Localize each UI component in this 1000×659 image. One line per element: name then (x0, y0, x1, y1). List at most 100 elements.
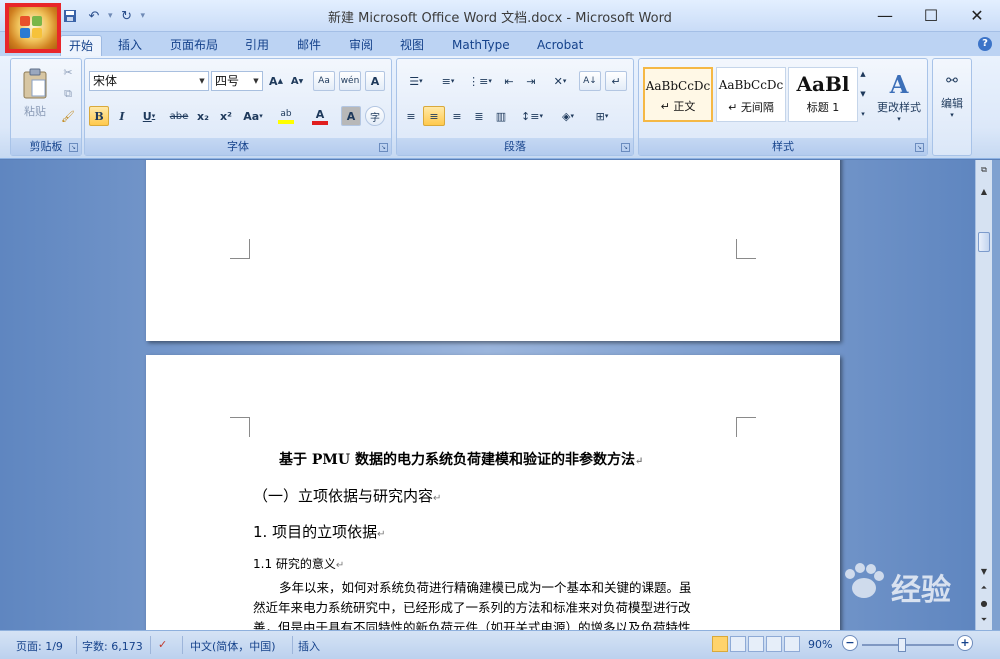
phonetic-guide-icon[interactable]: wén (339, 71, 361, 91)
enclose-char-button[interactable]: 字 (365, 106, 385, 126)
align-center-icon[interactable]: ≡ (423, 106, 445, 126)
cut-icon[interactable]: ✂ (59, 63, 77, 81)
office-button[interactable] (5, 3, 61, 53)
underline-label: U (142, 109, 152, 123)
line-spacing-icon[interactable]: ↕≡ ▾ (517, 106, 547, 126)
paste-button[interactable]: 粘贴 (15, 63, 55, 123)
scroll-thumb[interactable] (978, 232, 990, 252)
distribute-icon[interactable]: ▥ (491, 106, 511, 126)
page-count[interactable]: 页面: 1/9 (16, 638, 63, 654)
svg-text:经验: 经验 (891, 573, 951, 607)
style-heading-1[interactable]: AaBl 标题 1 (788, 67, 858, 122)
clear-format-icon[interactable]: Aa (313, 71, 335, 91)
styles-scroll-up-icon[interactable]: ▲ (857, 65, 869, 83)
shrink-font-icon[interactable]: A ▼ (288, 71, 306, 91)
style-heading-1-sample: AaBl (796, 72, 850, 96)
scroll-up-icon[interactable]: ▲ (976, 184, 992, 200)
chevron-down-icon: ▼ (253, 77, 259, 85)
highlight-color-bar (278, 119, 294, 124)
format-painter-icon[interactable]: 🖌 (59, 107, 77, 125)
divider (292, 636, 293, 654)
strikethrough-button[interactable]: abe (167, 106, 191, 126)
italic-button[interactable]: I (112, 106, 132, 126)
language-indicator[interactable]: 中文(简体，中国) (190, 638, 276, 654)
bullets-icon[interactable]: ☰ ▾ (401, 71, 431, 91)
char-shading-button[interactable]: A (341, 106, 361, 126)
zoom-level[interactable]: 90% (808, 638, 832, 651)
print-layout-icon[interactable] (712, 636, 728, 652)
draft-icon[interactable] (784, 636, 800, 652)
change-case-button[interactable]: Aa ▾ (239, 106, 267, 126)
underline-button[interactable]: U ▾ (135, 106, 163, 126)
style-no-spacing[interactable]: AaBbCcDc ↵ 无间隔 (716, 67, 786, 122)
subscript-button[interactable]: x₂ (193, 106, 213, 126)
style-normal-name: ↵ 正文 (660, 100, 696, 113)
section-heading[interactable]: （一）立项依据与研究内容↵ (253, 485, 441, 506)
minimize-button[interactable]: — (862, 0, 908, 30)
superscript-button[interactable]: x² (216, 106, 236, 126)
font-color-button[interactable]: A (305, 106, 335, 126)
align-left-icon[interactable]: ≡ (401, 106, 421, 126)
document-title[interactable]: 基于 PMU 数据的电力系统负荷建模和验证的非参数方法↵ (279, 449, 643, 469)
shading-icon[interactable]: ◈ ▾ (553, 106, 583, 126)
paragraph-launcher-icon[interactable]: ↘ (621, 143, 630, 152)
insert-mode[interactable]: 插入 (298, 638, 320, 654)
justify-icon[interactable]: ≣ (469, 106, 489, 126)
tab-mathtype[interactable]: MathType (452, 35, 510, 56)
full-screen-reading-icon[interactable] (730, 636, 746, 652)
editing-button[interactable]: ⚯ 编辑 ▾ (935, 63, 969, 129)
proofing-icon[interactable]: ✓ (158, 638, 167, 651)
char-border-icon[interactable]: A (365, 71, 385, 91)
zoom-slider-thumb[interactable] (898, 638, 906, 652)
tab-acrobat[interactable]: Acrobat (537, 35, 583, 56)
outline-icon[interactable] (766, 636, 782, 652)
align-right-icon[interactable]: ≡ (447, 106, 467, 126)
zoom-slider-track[interactable] (862, 644, 954, 646)
clipboard-launcher-icon[interactable]: ↘ (69, 143, 78, 152)
change-styles-button[interactable]: A 更改样式 ▾ (873, 63, 925, 129)
word-count[interactable]: 字数: 6,173 (82, 638, 143, 654)
style-heading-1-name: 标题 1 (806, 101, 840, 114)
heading-1[interactable]: 1. 项目的立项依据↵ (253, 521, 385, 542)
font-color-bar (312, 120, 328, 125)
font-size-combo[interactable]: 四号 ▼ (211, 71, 263, 91)
chinese-layout-icon[interactable]: ✕ ▾ (545, 71, 575, 91)
body-line[interactable]: 善，但是由于具有不同特性的新负荷元件（如开关式电源）的增多以及负荷特性 (253, 617, 691, 630)
tab-mailings[interactable]: 邮件 (297, 35, 321, 56)
bold-button[interactable]: B (89, 106, 109, 126)
heading-1-1[interactable]: 1.1 研究的意义↵ (253, 555, 344, 572)
body-line[interactable]: 多年以来，如何对系统负荷进行精确建模已成为一个基本和关键的课题。虽 (279, 577, 692, 596)
help-icon[interactable]: ? (978, 37, 992, 51)
tab-view[interactable]: 视图 (400, 35, 424, 56)
tab-page-layout[interactable]: 页面布局 (170, 35, 218, 56)
numbering-icon[interactable]: ≡ ▾ (433, 71, 463, 91)
tab-references[interactable]: 引用 (245, 35, 269, 56)
styles-launcher-icon[interactable]: ↘ (915, 143, 924, 152)
show-marks-icon[interactable]: ↵ (605, 71, 627, 91)
font-name-combo[interactable]: 宋体 ▼ (89, 71, 209, 91)
paragraph-group: ☰ ▾ ≡ ▾ ⋮≡ ▾ ⇤ ⇥ ✕ ▾ A↓ ↵ ≡ ≡ ≡ ≣ ▥ ↕≡ ▾ ◈ ▾ ⊞… (396, 58, 634, 156)
ruler-toggle-icon[interactable]: ⧉ (976, 162, 992, 178)
styles-more-icon[interactable]: ▾ (857, 105, 869, 123)
page-2: 基于 PMU 数据的电力系统负荷建模和验证的非参数方法↵ （一）立项依据与研究内… (146, 355, 840, 630)
styles-scroll-down-icon[interactable]: ▼ (857, 85, 869, 103)
sort-icon[interactable]: A↓ (579, 71, 601, 91)
multilevel-list-icon[interactable]: ⋮≡ ▾ (465, 71, 495, 91)
tab-insert[interactable]: 插入 (118, 35, 142, 56)
maximize-button[interactable]: ☐ (908, 0, 954, 30)
highlight-button[interactable]: ab (271, 106, 301, 126)
body-line[interactable]: 然近年来电力系统研究中，已经形成了一系列的方法和标准来对负荷模型进行改 (253, 597, 691, 616)
style-normal[interactable]: AaBbCcDc ↵ 正文 (643, 67, 713, 122)
borders-icon[interactable]: ⊞ ▾ (587, 106, 617, 126)
close-button[interactable]: ✕ (954, 0, 1000, 30)
grow-font-icon[interactable]: A ▲ (267, 71, 285, 91)
zoom-out-icon[interactable]: − (842, 635, 858, 651)
tab-review[interactable]: 审阅 (349, 35, 373, 56)
tab-home[interactable]: 开始 (60, 35, 103, 56)
decrease-indent-icon[interactable]: ⇤ (499, 71, 519, 91)
increase-indent-icon[interactable]: ⇥ (521, 71, 541, 91)
web-layout-icon[interactable] (748, 636, 764, 652)
zoom-in-icon[interactable]: + (957, 635, 973, 651)
font-launcher-icon[interactable]: ↘ (379, 143, 388, 152)
copy-icon[interactable]: ⧉ (59, 85, 77, 103)
